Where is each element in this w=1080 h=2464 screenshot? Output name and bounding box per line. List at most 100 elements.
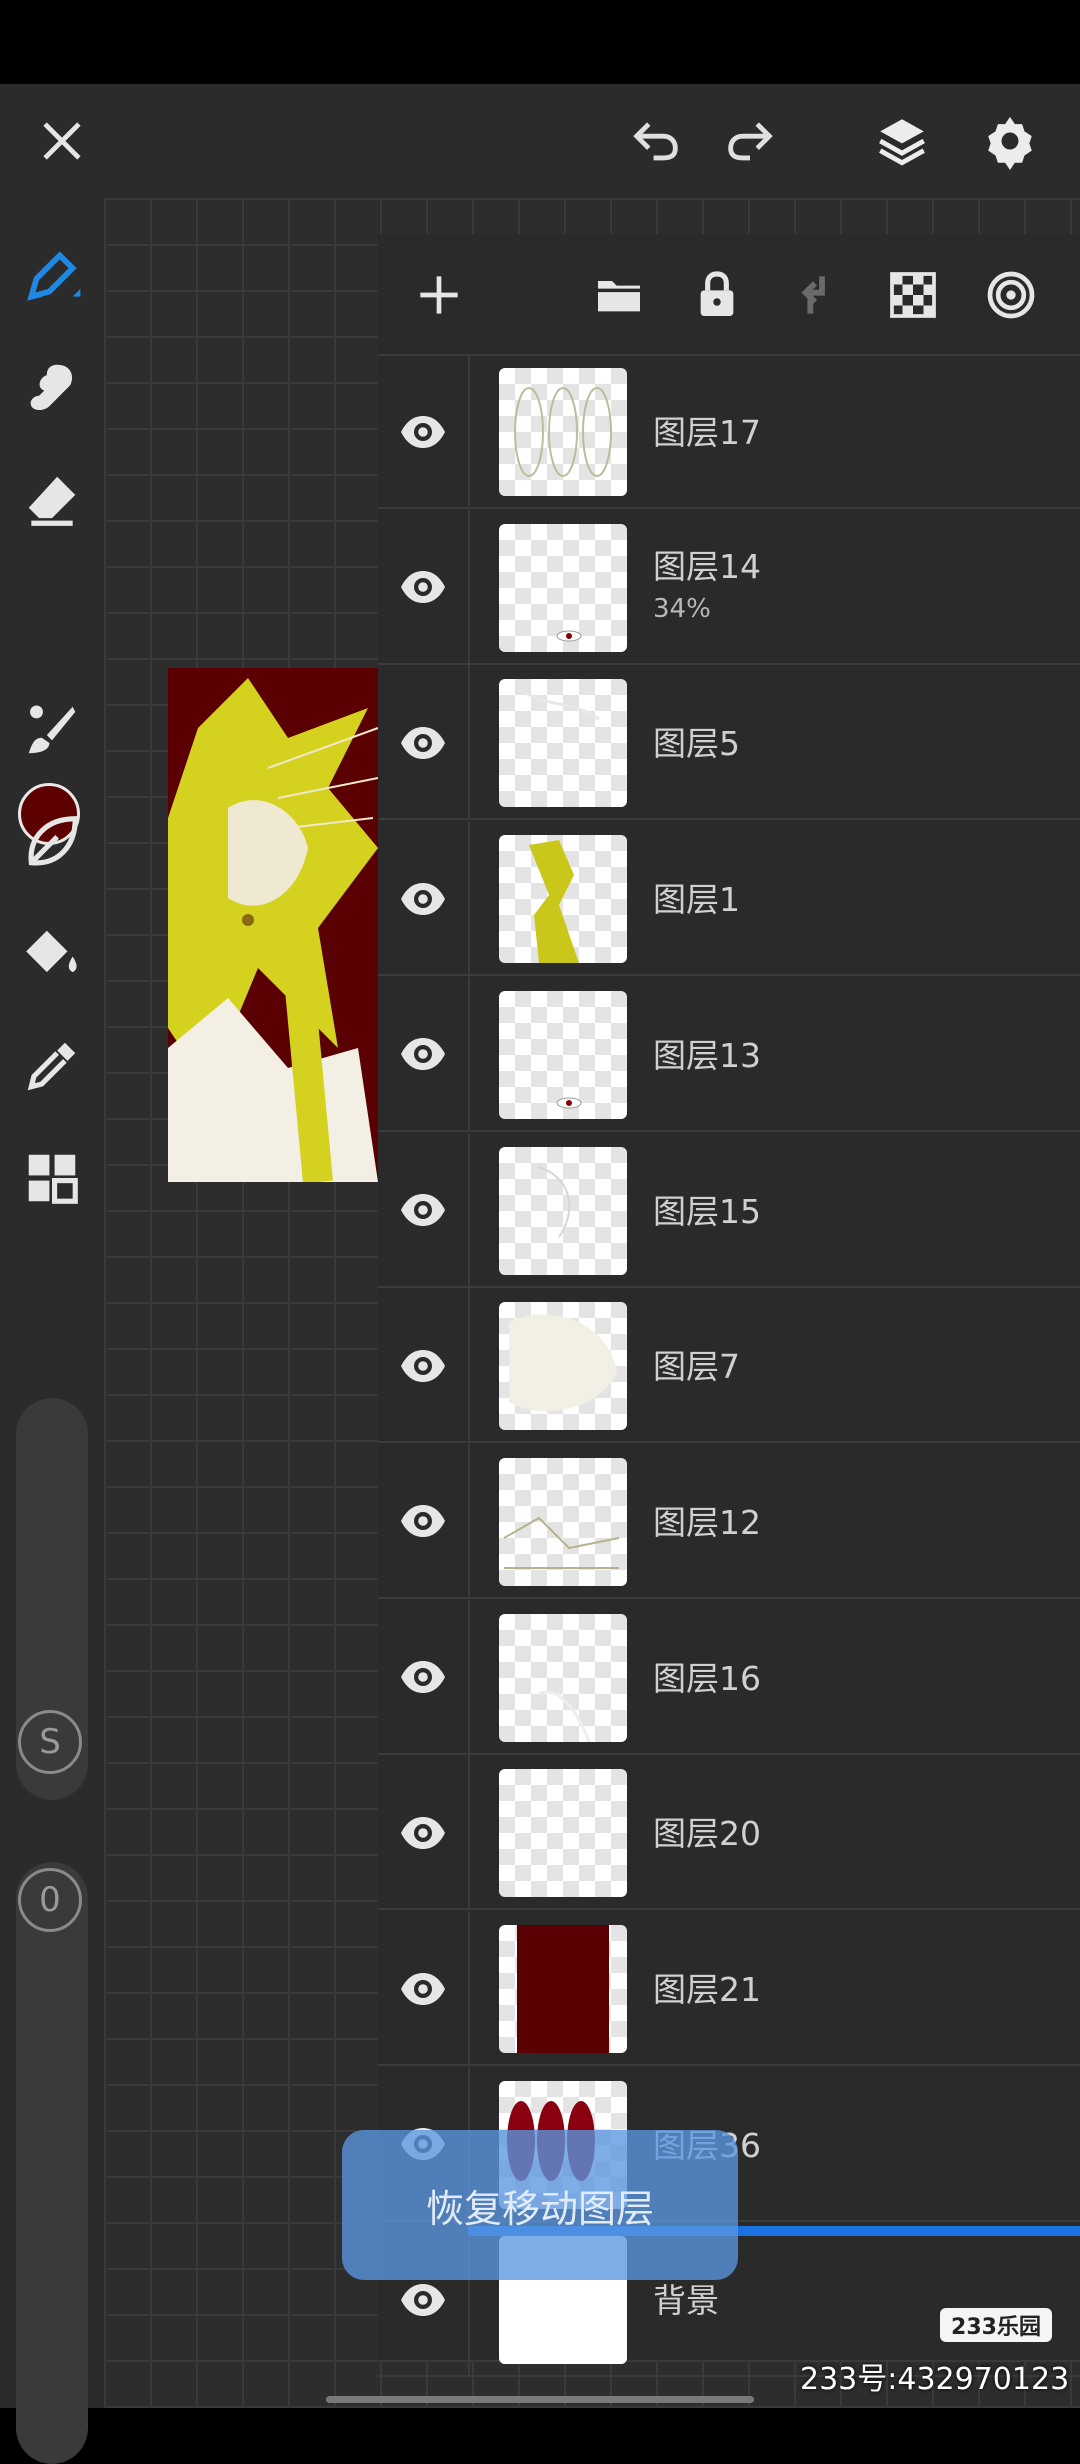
layer-row[interactable]: 图层13 (378, 976, 1080, 1132)
tool-sidebar: S 0 (0, 198, 104, 2464)
layer-thumbnail (499, 990, 627, 1119)
smudge-tool[interactable] (10, 346, 94, 430)
layer-row[interactable]: 图层16 (378, 1599, 1080, 1755)
layer-name: 图层15 (653, 1191, 761, 1231)
layer-thumbnail (499, 1925, 627, 2053)
watermark-id: 233号:432970123 (800, 2362, 1070, 2397)
settings-button[interactable] (960, 84, 1060, 198)
brush-icon (28, 705, 76, 754)
settings-icon (988, 116, 1032, 170)
status-bar (0, 0, 1080, 84)
visibility-toggle[interactable] (378, 1132, 470, 1288)
visibility-toggle[interactable] (378, 1599, 470, 1755)
leaf-icon (28, 816, 78, 866)
layer-row[interactable]: 图层14 34% (378, 509, 1080, 665)
undo-icon (633, 122, 678, 161)
visibility-toggle[interactable] (378, 821, 470, 977)
layer-row[interactable]: 图层1 (378, 821, 1080, 977)
leaf-tool[interactable] (10, 800, 94, 884)
artwork-preview (168, 668, 378, 1182)
watermark-logo: 233乐园 (940, 2308, 1052, 2342)
folder-icon (598, 281, 640, 312)
layer-row[interactable]: 图层5 (378, 665, 1080, 821)
layer-name: 背景 (653, 2281, 719, 2321)
target-button[interactable] (974, 258, 1048, 332)
close-button[interactable] (12, 84, 112, 198)
visibility-toggle[interactable] (378, 1911, 470, 2066)
layer-thumbnail (499, 1146, 627, 1275)
fill-icon (26, 930, 77, 973)
grid-tool[interactable] (10, 1136, 94, 1220)
pen-icon (27, 251, 81, 301)
add-layer-button[interactable] (402, 258, 476, 332)
visibility-toggle[interactable] (378, 354, 470, 509)
layer-thumbnail (499, 1302, 627, 1431)
eye-icon (401, 1505, 445, 1538)
redo-icon (728, 122, 773, 161)
target-icon (987, 271, 1035, 319)
layer-name: 图层20 (653, 1814, 761, 1854)
layer-thumbnail (499, 368, 627, 496)
layer-row[interactable]: 图层12 (378, 1443, 1080, 1599)
eye-icon (401, 571, 445, 604)
visibility-toggle[interactable] (378, 665, 470, 821)
opacity-slider[interactable] (16, 1862, 88, 2464)
lock-button[interactable] (680, 258, 754, 332)
visibility-toggle[interactable] (378, 509, 470, 665)
merge-down-icon (801, 276, 825, 314)
layer-name: 图层14 (653, 546, 761, 586)
eye-icon (401, 2283, 445, 2316)
layer-name: 图层17 (653, 413, 761, 452)
eye-icon (401, 726, 445, 759)
layer-thumbnail (499, 679, 627, 808)
layer-thumbnail (499, 835, 627, 964)
layers-icon (879, 119, 925, 166)
layer-row[interactable]: 图层20 (378, 1755, 1080, 1911)
eye-icon (401, 882, 445, 915)
layer-thumbnail (499, 523, 627, 652)
checker-icon (890, 272, 936, 318)
layers-button[interactable] (852, 84, 952, 198)
home-indicator[interactable] (326, 2396, 754, 2403)
visibility-toggle[interactable] (378, 1443, 470, 1599)
undo-button[interactable] (606, 84, 706, 198)
eyedropper-icon (27, 1042, 76, 1091)
eye-icon (401, 1038, 445, 1071)
layer-name: 图层5 (653, 724, 740, 764)
pen-tool[interactable] (10, 234, 94, 318)
redo-button[interactable] (700, 84, 800, 198)
layer-opacity: 34% (653, 593, 711, 624)
eraser-tool[interactable] (10, 458, 94, 542)
eye-icon (401, 1661, 445, 1694)
layer-name: 图层1 (653, 880, 740, 920)
eyedropper-tool[interactable] (10, 1024, 94, 1108)
eraser-icon (28, 476, 76, 526)
layer-thumbnail (499, 1769, 627, 1898)
visibility-toggle[interactable] (378, 1755, 470, 1911)
layer-name: 图层16 (653, 1658, 761, 1698)
layer-thumbnail (499, 1457, 627, 1586)
merge-down-button[interactable] (778, 258, 852, 332)
layer-row[interactable]: 图层15 (378, 1132, 1080, 1288)
toast-message: 恢复移动图层 (342, 2130, 738, 2280)
eye-icon (401, 1816, 445, 1849)
smudge-icon (30, 364, 73, 410)
brush-tool[interactable] (10, 688, 94, 772)
visibility-toggle[interactable] (378, 1288, 470, 1444)
size-badge: S (18, 1710, 82, 1774)
layer-name: 图层12 (653, 1502, 761, 1542)
folder-button[interactable] (582, 258, 656, 332)
layer-row[interactable]: 图层17 (378, 354, 1080, 509)
layer-name: 图层21 (653, 1970, 761, 2009)
eye-icon (401, 1349, 445, 1382)
lock-icon (700, 271, 734, 316)
fill-tool[interactable] (10, 912, 94, 996)
grid-icon (28, 1154, 78, 1204)
close-icon (43, 122, 81, 160)
visibility-toggle[interactable] (378, 976, 470, 1132)
eye-icon (401, 1972, 445, 2005)
layer-row[interactable]: 图层21 (378, 1911, 1080, 2066)
layer-row[interactable]: 图层7 (378, 1288, 1080, 1444)
layer-name: 图层7 (653, 1347, 740, 1387)
transparency-button[interactable] (876, 258, 950, 332)
